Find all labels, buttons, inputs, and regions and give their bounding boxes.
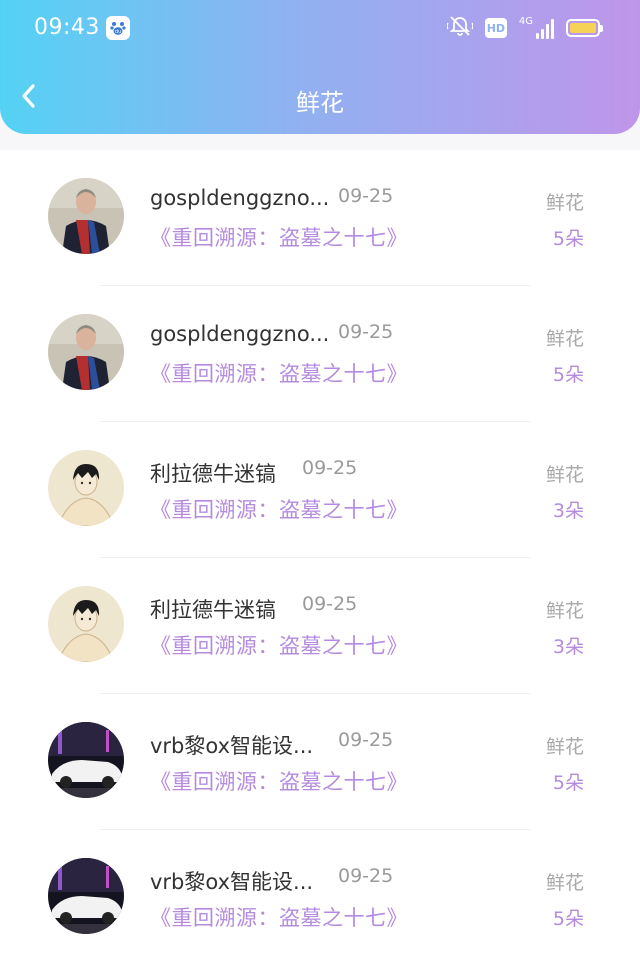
gift-type-label: 鲜花 [545,736,584,758]
work-title-link[interactable]: 《重回溯源：盗墓之十七》 [150,766,408,796]
list-item[interactable]: vrb黎ox智能设... 09-25 《重回溯源：盗墓之十七》 鲜花 5朵 [0,830,640,958]
status-icons: HD 4G [446,15,603,41]
record-date: 09-25 [338,729,394,751]
avatar[interactable] [48,450,124,526]
work-title-link[interactable]: 《重回溯源：盗墓之十七》 [150,358,408,388]
gift-count: 5朵 [552,228,584,250]
status-time: 09:43 [34,15,100,40]
user-name: vrb黎ox智能设... [150,870,314,894]
gift-type-label: 鲜花 [545,328,584,350]
svg-text:du: du [115,29,121,35]
record-date: 09-25 [338,321,394,343]
hd-badge: HD [484,18,507,38]
gift-type-label: 鲜花 [545,192,584,214]
avatar[interactable] [48,178,124,254]
gift-count: 3朵 [552,500,584,522]
app-header: 09:43 du HD 4G 鲜花 [0,0,640,134]
signal-icon: 4G [519,17,554,39]
status-bar: 09:43 du HD 4G [0,0,640,58]
gift-count: 3朵 [552,636,584,658]
gift-type-label: 鲜花 [545,872,584,894]
work-title-link[interactable]: 《重回溯源：盗墓之十七》 [150,902,408,932]
battery-icon [566,19,603,37]
list-item[interactable]: 利拉德牛迷镐 09-25 《重回溯源：盗墓之十七》 鲜花 3朵 [0,558,640,694]
record-date: 09-25 [302,593,358,615]
record-date: 09-25 [338,865,394,887]
gift-type-label: 鲜花 [545,464,584,486]
avatar[interactable] [48,586,124,662]
page-title: 鲜花 [296,89,344,117]
flower-record-list[interactable]: gospldenggzno... 09-25 《重回溯源：盗墓之十七》 鲜花 5… [0,150,640,958]
gift-count: 5朵 [552,908,584,930]
gift-type-label: 鲜花 [545,600,584,622]
record-date: 09-25 [338,185,394,207]
list-item[interactable]: gospldenggzno... 09-25 《重回溯源：盗墓之十七》 鲜花 5… [0,150,640,286]
user-name: vrb黎ox智能设... [150,734,314,758]
avatar[interactable] [48,858,124,934]
user-name: 利拉德牛迷镐 [150,598,276,622]
list-item[interactable]: vrb黎ox智能设... 09-25 《重回溯源：盗墓之十七》 鲜花 5朵 [0,694,640,830]
user-name: 利拉德牛迷镐 [150,462,276,486]
user-name: gospldenggzno... [150,322,330,346]
gift-count: 5朵 [552,772,584,794]
work-title-link[interactable]: 《重回溯源：盗墓之十七》 [150,222,408,252]
avatar[interactable] [48,314,124,390]
work-title-link[interactable]: 《重回溯源：盗墓之十七》 [150,494,408,524]
network-type-label: 4G [518,16,533,27]
user-name: gospldenggzno... [150,186,330,210]
baidu-paw-icon: du [106,16,130,40]
bell-off-icon [446,15,474,41]
avatar[interactable] [48,722,124,798]
list-item[interactable]: gospldenggzno... 09-25 《重回溯源：盗墓之十七》 鲜花 5… [0,286,640,422]
list-item[interactable]: 利拉德牛迷镐 09-25 《重回溯源：盗墓之十七》 鲜花 3朵 [0,422,640,558]
work-title-link[interactable]: 《重回溯源：盗墓之十七》 [150,630,408,660]
record-date: 09-25 [302,457,358,479]
gift-count: 5朵 [552,364,584,386]
